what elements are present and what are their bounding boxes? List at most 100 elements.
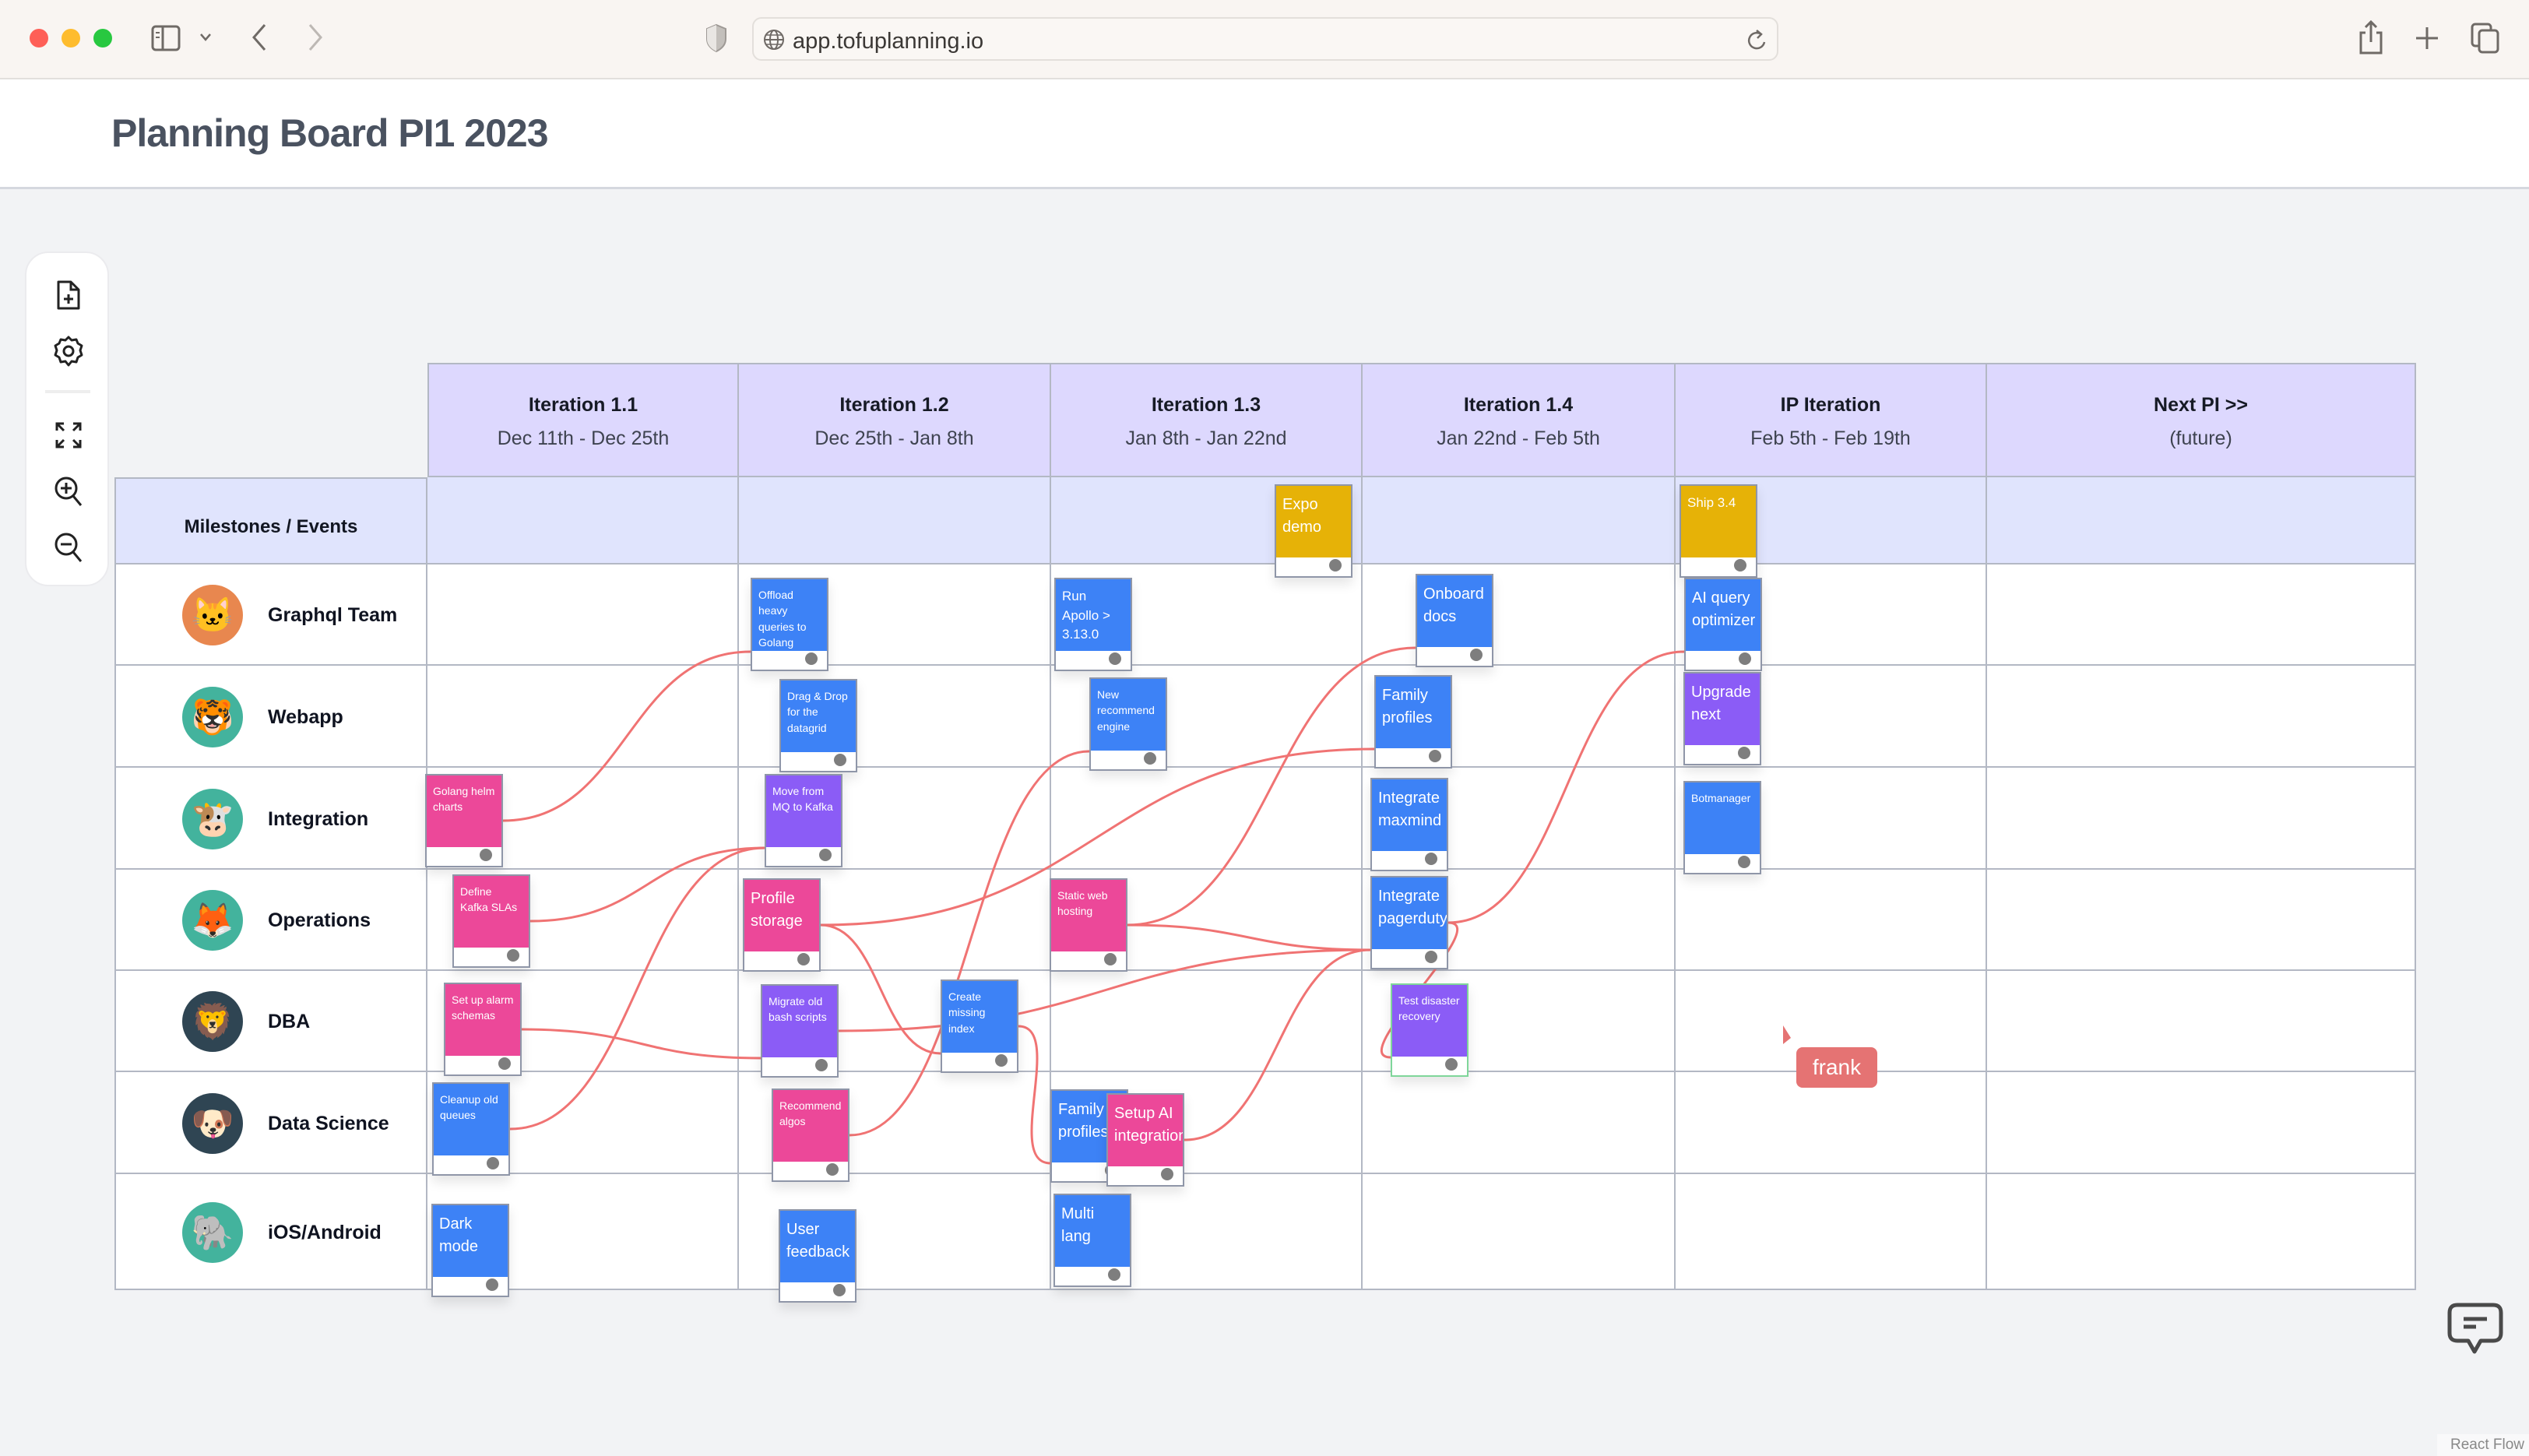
task-card[interactable]: Golang helm charts bbox=[425, 774, 503, 867]
task-card[interactable]: Move from MQ to Kafka bbox=[765, 774, 842, 867]
board-cell[interactable] bbox=[1987, 971, 2416, 1072]
board-cell[interactable] bbox=[1051, 971, 1363, 1072]
new-document-button[interactable] bbox=[50, 276, 87, 314]
card-handle[interactable] bbox=[1425, 951, 1437, 963]
card-handle[interactable] bbox=[815, 1059, 828, 1071]
minimize-window-button[interactable] bbox=[62, 29, 80, 47]
task-card[interactable]: Cleanup old queues bbox=[432, 1082, 510, 1176]
card-handle[interactable] bbox=[1429, 750, 1441, 762]
card-handle[interactable] bbox=[486, 1278, 498, 1291]
chevron-down-icon[interactable] bbox=[199, 33, 212, 42]
board-cell[interactable] bbox=[1987, 870, 2416, 971]
task-card[interactable]: Integrate pagerduty bbox=[1370, 876, 1448, 969]
card-handle[interactable] bbox=[826, 1163, 839, 1176]
board-cell[interactable] bbox=[1363, 1174, 1676, 1290]
address-bar[interactable]: app.tofuplanning.io bbox=[752, 17, 1778, 61]
board-cell[interactable] bbox=[427, 666, 739, 768]
card-handle[interactable] bbox=[995, 1054, 1008, 1067]
task-card[interactable]: Setup AI integration bbox=[1106, 1093, 1184, 1187]
fit-view-button[interactable] bbox=[50, 417, 87, 454]
milestone-cell[interactable] bbox=[427, 477, 739, 564]
task-card[interactable]: User feedback bbox=[779, 1209, 856, 1303]
task-card[interactable]: Family profiles bbox=[1374, 675, 1452, 768]
task-card[interactable]: Integrate maxmind bbox=[1370, 778, 1448, 871]
task-card[interactable]: Test disaster recovery bbox=[1391, 983, 1469, 1077]
card-handle[interactable] bbox=[1104, 953, 1117, 965]
shield-icon[interactable] bbox=[705, 23, 727, 53]
task-card[interactable]: Multi lang bbox=[1053, 1194, 1131, 1287]
board-cell[interactable] bbox=[1363, 564, 1676, 666]
board-cell[interactable] bbox=[1987, 768, 2416, 870]
milestone-cell[interactable] bbox=[739, 477, 1051, 564]
maximize-window-button[interactable] bbox=[93, 29, 112, 47]
card-handle[interactable] bbox=[805, 652, 818, 665]
card-handle[interactable] bbox=[1470, 649, 1483, 661]
remote-cursor-label: frank bbox=[1796, 1047, 1877, 1088]
card-handle[interactable] bbox=[1734, 559, 1746, 571]
card-handle[interactable] bbox=[1161, 1168, 1173, 1180]
new-tab-icon[interactable] bbox=[2414, 25, 2440, 51]
task-card[interactable]: Drag & Drop for the datagrid bbox=[779, 679, 857, 772]
settings-button[interactable] bbox=[50, 332, 87, 370]
task-card[interactable]: Onboard docs bbox=[1416, 574, 1493, 667]
board-cell[interactable] bbox=[1676, 870, 1987, 971]
sidebar-toggle-icon[interactable] bbox=[151, 25, 182, 51]
milestone-cell[interactable] bbox=[1987, 477, 2416, 564]
forward-icon[interactable] bbox=[307, 23, 324, 51]
card-handle[interactable] bbox=[1425, 853, 1437, 865]
card-handle[interactable] bbox=[1109, 652, 1121, 665]
comments-button[interactable] bbox=[2446, 1302, 2506, 1364]
task-card[interactable]: Profile storage bbox=[743, 878, 821, 972]
share-icon[interactable] bbox=[2358, 20, 2384, 55]
task-card[interactable]: Run Apollo > 3.13.0 bbox=[1054, 578, 1132, 671]
task-card[interactable]: Migrate old bash scripts bbox=[761, 984, 839, 1078]
board-cell[interactable] bbox=[1987, 1174, 2416, 1290]
card-handle[interactable] bbox=[1738, 856, 1750, 868]
board-cell[interactable] bbox=[1987, 666, 2416, 768]
zoom-in-button[interactable] bbox=[50, 473, 87, 510]
card-handle[interactable] bbox=[1108, 1268, 1120, 1281]
card-handle[interactable] bbox=[834, 754, 846, 766]
card-handle[interactable] bbox=[1144, 752, 1156, 765]
card-handle[interactable] bbox=[1739, 652, 1751, 665]
team-row-header: 🦊 Operations bbox=[114, 870, 427, 971]
milestone-cell[interactable] bbox=[1363, 477, 1676, 564]
task-card[interactable]: Expo demo bbox=[1275, 484, 1352, 578]
task-card[interactable]: Recommend algos bbox=[772, 1088, 849, 1182]
board-cell[interactable] bbox=[1987, 564, 2416, 666]
task-card[interactable]: Set up alarm schemas bbox=[444, 983, 522, 1076]
card-handle[interactable] bbox=[833, 1284, 846, 1296]
board-cell[interactable] bbox=[427, 564, 739, 666]
tab-overview-icon[interactable] bbox=[2470, 22, 2501, 55]
reload-icon[interactable] bbox=[1747, 28, 1767, 53]
board-cell[interactable] bbox=[1987, 1072, 2416, 1174]
task-card[interactable]: AI query optimizer bbox=[1684, 578, 1762, 671]
task-card[interactable]: Botmanager bbox=[1683, 781, 1761, 874]
card-title: Static web hosting bbox=[1051, 880, 1126, 951]
task-card[interactable]: Define Kafka SLAs bbox=[452, 874, 530, 968]
task-card[interactable]: Create missing index bbox=[941, 979, 1018, 1073]
zoom-out-button[interactable] bbox=[50, 529, 87, 566]
react-flow-attribution[interactable]: React Flow bbox=[2437, 1434, 2529, 1456]
board-cell[interactable] bbox=[1676, 1174, 1987, 1290]
back-icon[interactable] bbox=[251, 23, 268, 51]
card-handle[interactable] bbox=[1329, 559, 1342, 571]
board-cell[interactable] bbox=[1363, 1072, 1676, 1174]
task-card[interactable]: Dark mode bbox=[431, 1204, 509, 1297]
task-card[interactable]: Static web hosting bbox=[1050, 878, 1127, 972]
card-handle[interactable] bbox=[480, 849, 492, 861]
card-handle[interactable] bbox=[507, 949, 519, 962]
card-handle[interactable] bbox=[487, 1157, 499, 1169]
close-window-button[interactable] bbox=[30, 29, 48, 47]
board-cell[interactable] bbox=[1051, 768, 1363, 870]
task-card[interactable]: New recommend engine bbox=[1089, 677, 1167, 771]
task-card[interactable]: Upgrade next bbox=[1683, 672, 1761, 765]
card-handle[interactable] bbox=[819, 849, 832, 861]
elephant-avatar-icon: 🐘 bbox=[182, 1201, 243, 1263]
card-handle[interactable] bbox=[498, 1057, 511, 1070]
card-handle[interactable] bbox=[1445, 1058, 1458, 1071]
task-card[interactable]: Ship 3.4 bbox=[1680, 484, 1757, 578]
card-handle[interactable] bbox=[1738, 747, 1750, 759]
card-handle[interactable] bbox=[797, 953, 810, 965]
task-card[interactable]: Offload heavy queries to Golang bbox=[751, 578, 828, 671]
